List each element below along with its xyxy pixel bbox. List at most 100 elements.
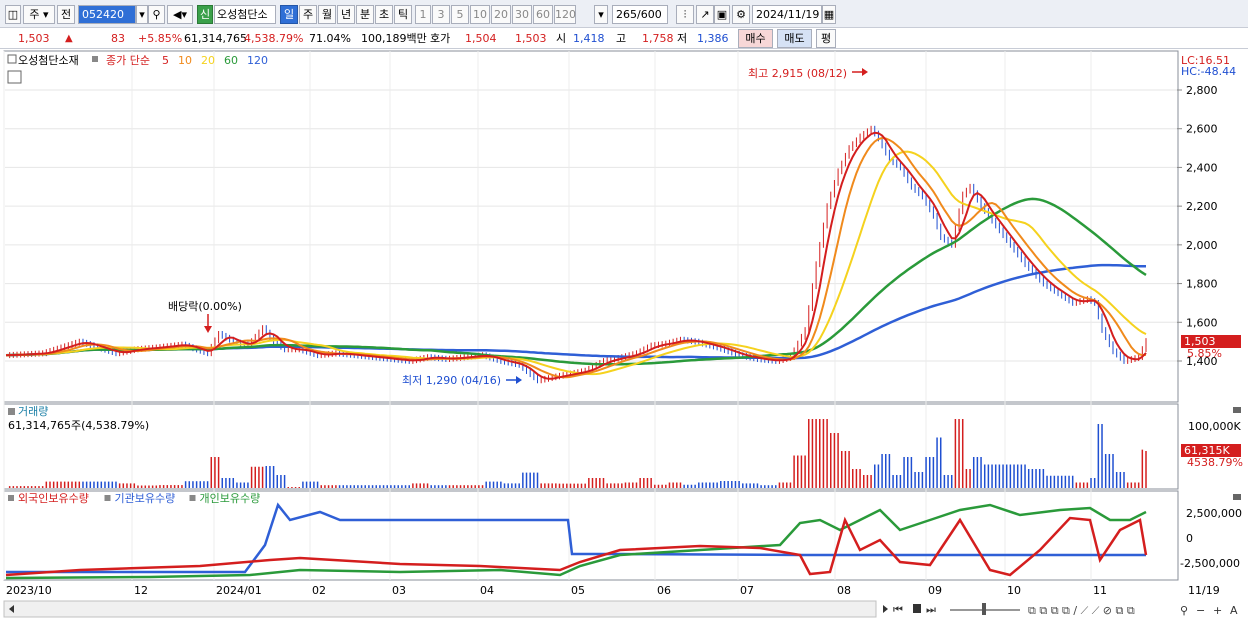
chart-window: ◫ 주 ▾ 전 052420 ▾ ⚲ ◀▾ 신 오성첨단소 일주월년분초틱 13… <box>0 0 1248 621</box>
period-tab-5[interactable]: 초 <box>375 5 393 24</box>
ytick-1: 2,600 <box>1186 123 1218 136</box>
volume-summary: 61,314,765주(4,538.79%) <box>8 419 149 432</box>
holding-collapse-icon[interactable] <box>1233 494 1241 500</box>
interval-dropdown-icon[interactable]: ▾ <box>594 5 608 24</box>
count-input[interactable]: 265/600 <box>612 5 668 24</box>
interval-tab-5[interactable]: 30 <box>512 5 532 24</box>
quote-change-pct: +5.85% <box>138 32 183 45</box>
ytick-6: 1,600 <box>1186 316 1218 329</box>
eval-button[interactable]: 평 <box>816 29 836 48</box>
holding-ytick-0: 2,500,000 <box>1186 507 1242 520</box>
stop-icon[interactable] <box>913 604 921 613</box>
volume-title: 거래량 <box>18 405 48 418</box>
quote-bar: 1,503 ▲ 83 +5.85% 61,314,765 4,538.79% 7… <box>0 28 1248 49</box>
xlabel-6: 05 <box>571 584 585 597</box>
xlabel-13: 11/19 <box>1188 584 1220 597</box>
interval-tab-1[interactable]: 3 <box>432 5 450 24</box>
code-input[interactable]: 052420 <box>78 5 136 24</box>
rewind-icon[interactable]: ⏮ <box>893 603 903 616</box>
holding-series-icon-1 <box>104 495 111 501</box>
xlabel-5: 04 <box>480 584 494 597</box>
period-tab-6[interactable]: 틱 <box>394 5 412 24</box>
interval-tab-3[interactable]: 10 <box>470 5 490 24</box>
low-label: 저 <box>677 32 688 45</box>
search-icon[interactable]: ⚲ <box>148 5 165 24</box>
xlabel-11: 10 <box>1007 584 1021 597</box>
holding-series-2: 개인보유수량 <box>200 492 261 505</box>
ytick-5: 1,800 <box>1186 278 1218 291</box>
last-volume-pct: 4538.79% <box>1187 456 1243 469</box>
prev-button[interactable]: 전 <box>57 5 75 24</box>
sell-button[interactable]: 매도 <box>777 29 812 48</box>
xlabel-12: 11 <box>1093 584 1107 597</box>
zoom-slider-handle[interactable] <box>982 603 986 615</box>
quote-price: 1,503 <box>18 32 50 45</box>
type-select-label: 주 <box>29 8 40 21</box>
xlabel-7: 06 <box>657 584 671 597</box>
holding-ytick-2: -2,500,000 <box>1180 557 1240 570</box>
ytick-2: 2,400 <box>1186 161 1218 174</box>
period-tab-0[interactable]: 일 <box>280 5 298 24</box>
period-tab-2[interactable]: 월 <box>318 5 336 24</box>
ma-legend-5: 5 <box>162 54 169 67</box>
quote-volume-pct: 4,538.79% <box>244 32 304 45</box>
ma-legend-10: 10 <box>178 54 192 67</box>
gear-icon[interactable]: ⚙ <box>732 5 750 24</box>
drawing-tools-icon[interactable]: ⧉ ⧉ ⧉ ⧉ ∕ ⟋ ⟋ ⊘ ⧉ ⧉ <box>1028 604 1135 617</box>
quote-ask: 1,504 <box>465 32 497 45</box>
calendar-icon[interactable]: ▦ <box>822 5 836 24</box>
ma-label: 종가 단순 <box>106 54 150 67</box>
interval-tab-0[interactable]: 1 <box>415 5 431 24</box>
ma-legend-60: 60 <box>224 54 238 67</box>
up-arrow-icon: ▲ <box>65 33 73 44</box>
period-tab-4[interactable]: 분 <box>356 5 374 24</box>
type-select[interactable]: 주 ▾ <box>23 5 55 24</box>
quote-high: 1,758 <box>642 32 674 45</box>
period-tab-1[interactable]: 주 <box>299 5 317 24</box>
tools-icon[interactable]: ↗ <box>696 5 714 24</box>
quote-volume: 61,314,765 <box>184 32 247 45</box>
volume-collapse-icon[interactable] <box>1233 407 1241 413</box>
code-dropdown-icon[interactable]: ▾ <box>136 5 148 24</box>
xlabel-4: 03 <box>392 584 406 597</box>
zoom-in-icon[interactable]: + <box>1213 604 1222 617</box>
text-size-icon[interactable]: A <box>1230 604 1238 617</box>
volume-menu-icon[interactable] <box>8 408 15 415</box>
quote-amount: 100,189백만 <box>361 32 427 45</box>
low-annotation-text: 최저 1,290 (04/16) <box>402 374 501 387</box>
quote-low: 1,386 <box>697 32 729 45</box>
quote-turnover: 71.04% <box>309 32 351 45</box>
scrollbar-track[interactable] <box>3 600 877 618</box>
zoom-out-icon[interactable]: − <box>1196 604 1205 617</box>
fast-forward-icon[interactable]: ⏭ <box>926 603 936 616</box>
save-icon[interactable]: ▣ <box>714 5 730 24</box>
xlabel-10: 09 <box>928 584 942 597</box>
zoom-search-icon[interactable]: ⚲ <box>1180 604 1188 617</box>
grid-table-icon[interactable] <box>7 70 22 84</box>
ma-menu-icon[interactable] <box>92 56 98 62</box>
buy-button[interactable]: 매수 <box>738 29 773 48</box>
xlabel-9: 08 <box>837 584 851 597</box>
xlabel-1: 12 <box>134 584 148 597</box>
ytick-0: 2,800 <box>1186 84 1218 97</box>
period-tab-3[interactable]: 년 <box>337 5 355 24</box>
panel-menu-icon[interactable] <box>7 54 17 64</box>
holding-ytick-1: 0 <box>1186 532 1193 545</box>
price-y-axis: 2,8002,6002,4002,2002,0001,8001,6001,400 <box>1177 84 1218 368</box>
volume-panel <box>3 403 1179 490</box>
scroll-right-icon[interactable] <box>883 605 888 613</box>
interval-tab-4[interactable]: 20 <box>491 5 511 24</box>
ma-legend-20: 20 <box>201 54 215 67</box>
toolbar: ◫ 주 ▾ 전 052420 ▾ ⚲ ◀▾ 신 오성첨단소 일주월년분초틱 13… <box>0 0 1248 28</box>
interval-tab-7[interactable]: 120 <box>554 5 576 24</box>
hoga-label: 호가 <box>430 32 451 45</box>
speaker-icon[interactable]: ◀▾ <box>167 5 193 24</box>
interval-tab-6[interactable]: 60 <box>533 5 553 24</box>
window-icon[interactable]: ◫ <box>5 5 21 24</box>
count-total: /600 <box>637 8 662 21</box>
candle-icon[interactable]: ⫶ <box>676 5 694 24</box>
chart-area[interactable]: 2,8002,6002,4002,2002,0001,8001,6001,400… <box>0 50 1248 621</box>
date-input[interactable]: 2024/11/19 <box>752 5 822 24</box>
holding-series-icon-2 <box>189 495 196 501</box>
interval-tab-2[interactable]: 5 <box>451 5 469 24</box>
